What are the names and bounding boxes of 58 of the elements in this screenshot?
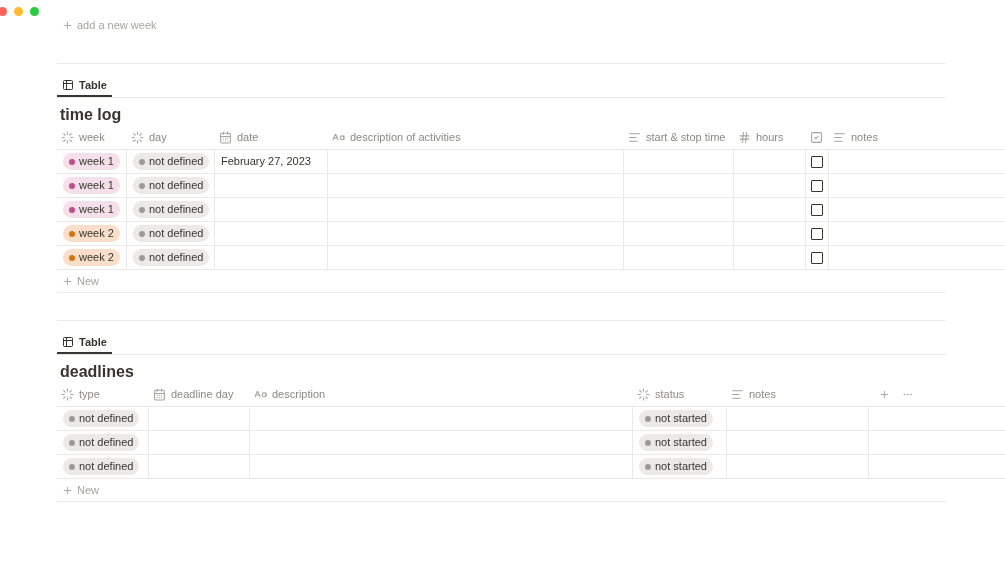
lines-icon <box>731 388 744 401</box>
tag: not defined <box>133 201 210 218</box>
tag: not defined <box>63 434 140 451</box>
tag: week 2 <box>63 225 120 242</box>
tag: not defined <box>133 177 210 194</box>
table-icon <box>62 79 74 91</box>
column-header[interactable]: description of activities <box>350 129 461 146</box>
date-text: February 27, 2023 <box>221 154 311 170</box>
table-icon <box>62 336 74 348</box>
status-icon <box>131 131 144 144</box>
table-tab[interactable]: Table <box>57 332 112 354</box>
tag: not started <box>639 434 713 451</box>
checkbox[interactable] <box>811 251 823 264</box>
status-icon <box>61 131 74 144</box>
column-header[interactable]: status <box>655 386 685 403</box>
checkbox[interactable] <box>811 203 823 216</box>
new-row-button[interactable]: New <box>62 272 99 290</box>
calendar-icon <box>153 388 166 401</box>
plus-icon <box>62 19 73 31</box>
tag: not started <box>639 458 713 475</box>
add-week-link[interactable]: add a new week <box>62 16 157 34</box>
column-header[interactable]: description <box>272 386 326 403</box>
plus-icon <box>62 275 73 287</box>
close-window-icon[interactable] <box>0 7 7 16</box>
column-header[interactable]: date <box>237 129 259 146</box>
tag: not defined <box>133 153 210 170</box>
checkbox[interactable] <box>811 155 823 168</box>
tag: not defined <box>133 225 210 242</box>
tag: not defined <box>133 249 210 266</box>
status-icon <box>637 388 650 401</box>
column-header[interactable]: notes <box>749 386 776 403</box>
tag: week 1 <box>63 201 120 218</box>
new-row-button[interactable]: New <box>62 481 99 499</box>
table-title: deadlines <box>60 362 134 382</box>
column-header[interactable]: deadline day <box>171 386 234 403</box>
column-header[interactable]: week <box>79 129 105 146</box>
tag: not defined <box>63 410 140 427</box>
column-header[interactable]: notes <box>851 129 878 146</box>
tag: not defined <box>63 458 140 475</box>
checkbox-icon <box>810 131 823 144</box>
tag: week 1 <box>63 153 120 170</box>
status-icon <box>61 388 74 401</box>
column-header[interactable]: hours <box>756 129 784 146</box>
column-header[interactable]: start & stop time <box>646 129 726 146</box>
hash-icon <box>738 131 751 144</box>
lines-icon <box>628 131 641 144</box>
tag: not started <box>639 410 713 427</box>
table-title: time log <box>60 105 122 125</box>
column-header[interactable]: type <box>79 386 100 403</box>
tag: week 2 <box>63 249 120 266</box>
lines-icon <box>833 131 846 144</box>
checkbox[interactable] <box>811 179 823 192</box>
checkbox[interactable] <box>811 227 823 240</box>
calendar-icon <box>219 131 232 144</box>
table-tab[interactable]: Table <box>57 75 112 97</box>
column-header[interactable]: day <box>149 129 167 146</box>
tag: week 1 <box>63 177 120 194</box>
plus-icon <box>62 484 73 496</box>
